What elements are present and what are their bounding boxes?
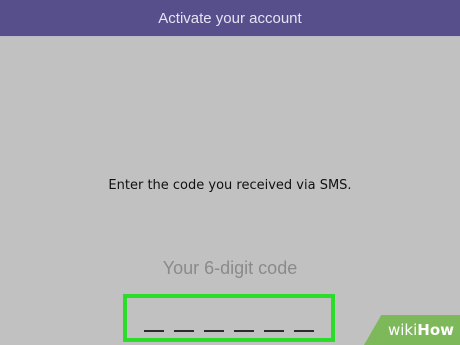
code-digit-slot-2[interactable] [174,330,194,332]
code-digit-slot-6[interactable] [294,330,314,332]
watermark-wiki-text: wiki [387,321,418,339]
code-digit-slot-4[interactable] [234,330,254,332]
wikihow-watermark: wiki How [364,315,460,345]
header-divider [0,36,460,37]
verification-code-input[interactable] [123,294,335,342]
app-header: Activate your account [0,0,460,36]
code-digit-slot-5[interactable] [264,330,284,332]
instruction-text: Enter the code you received via SMS. [108,178,352,193]
code-digit-slot-3[interactable] [204,330,224,332]
code-digit-slot-1[interactable] [144,330,164,332]
code-input-label: Your 6-digit code [162,258,298,278]
page-title: Activate your account [158,9,302,27]
watermark-how-text: How [417,321,454,339]
